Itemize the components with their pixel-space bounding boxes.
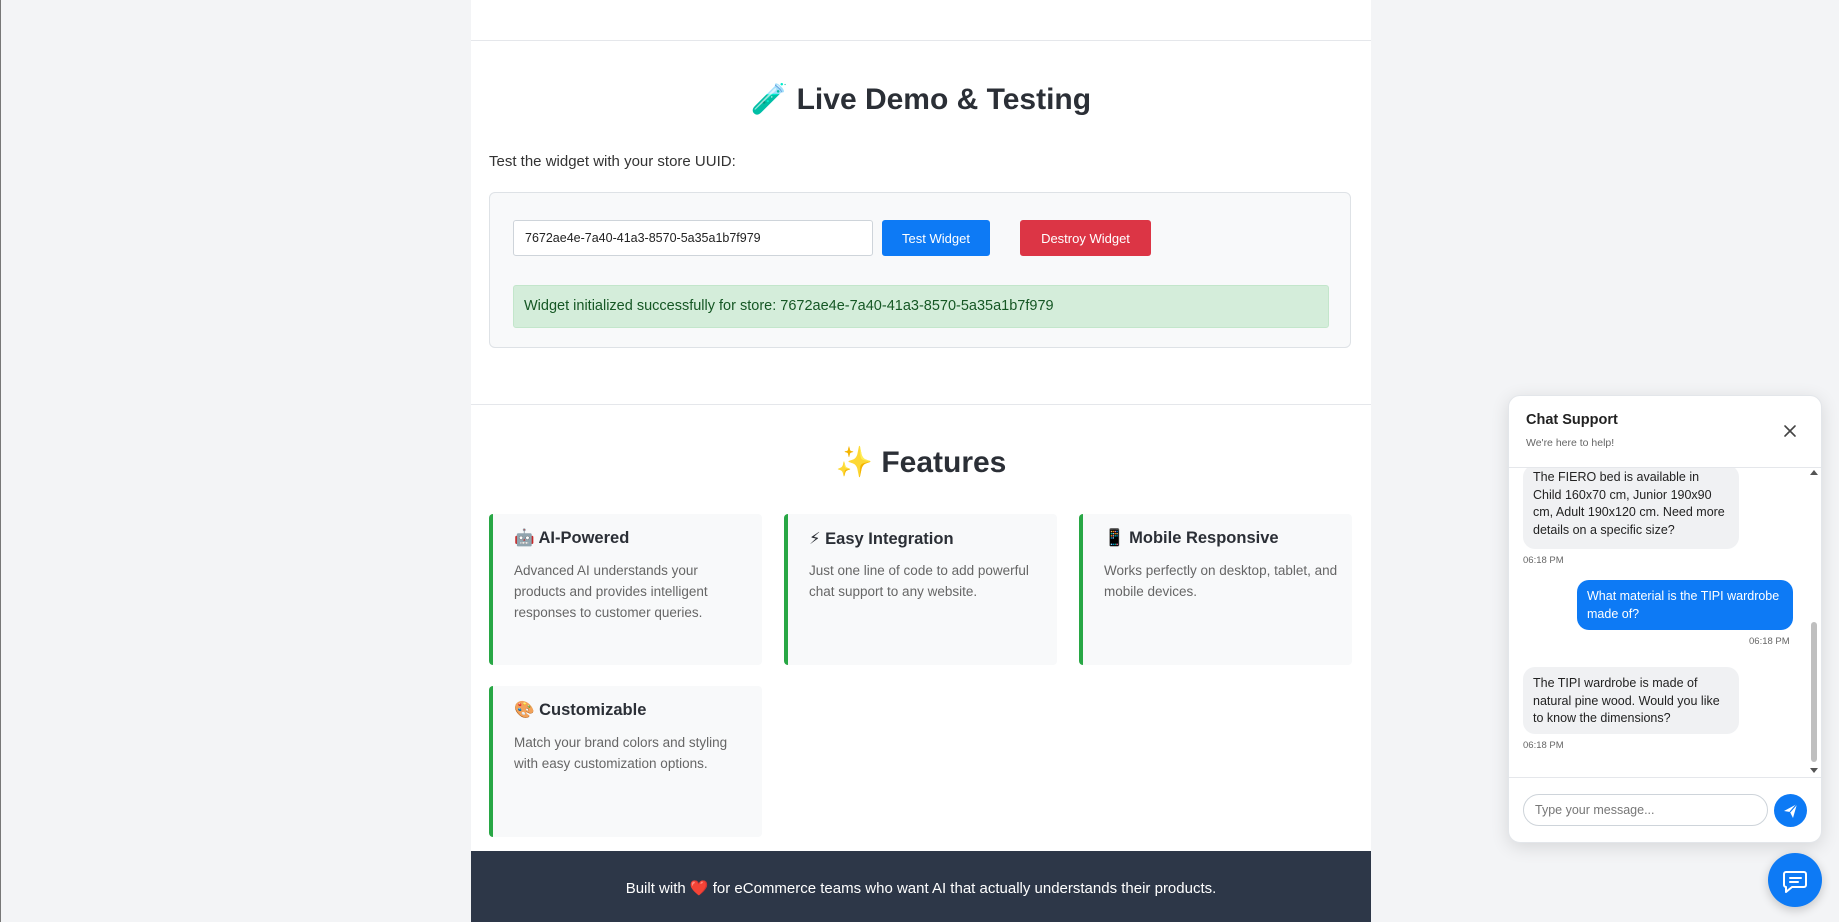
destroy-widget-button[interactable]: Destroy Widget [1020, 220, 1151, 256]
chat-widget: Chat Support We're here to help! The FIE… [1508, 395, 1822, 843]
chat-message-list[interactable]: The FIERO bed is available in Child 160x… [1509, 468, 1821, 777]
feature-card-text: Just one line of code to add powerful ch… [809, 563, 1029, 599]
feature-card-title: 🎨 Customizable [514, 701, 647, 719]
chat-message-input[interactable] [1523, 794, 1768, 826]
section-divider [471, 404, 1371, 405]
send-button[interactable] [1774, 794, 1807, 827]
feature-card-customizable: 🎨 Customizable Match your brand colors a… [489, 686, 762, 837]
features-section-title: ✨ Features [835, 446, 1007, 479]
message-timestamp: 06:18 PM [1749, 636, 1790, 647]
chat-subtitle: We're here to help! [1526, 437, 1615, 449]
chat-message-bot: The FIERO bed is available in Child 160x… [1523, 468, 1739, 549]
store-uuid-input[interactable] [513, 220, 873, 256]
chat-scrollbar[interactable] [1807, 468, 1821, 777]
footer-text: Built with ❤️ for eCommerce teams who wa… [625, 880, 1217, 897]
scroll-up-icon[interactable] [1810, 470, 1818, 475]
feature-card-title: 📱 Mobile Responsive [1104, 529, 1279, 547]
feature-card-text: Works perfectly on desktop, tablet, and … [1104, 563, 1338, 599]
demo-intro-text: Test the widget with your store UUID: [489, 153, 736, 170]
scroll-thumb[interactable] [1811, 622, 1817, 762]
chat-launcher-button[interactable] [1768, 853, 1822, 907]
status-message: Widget initialized successfully for stor… [513, 285, 1329, 328]
send-icon [1784, 803, 1798, 818]
chat-bubble-icon [1783, 871, 1807, 893]
close-icon[interactable] [1782, 423, 1798, 439]
demo-section-title: 🧪 Live Demo & Testing [750, 83, 1092, 116]
feature-card-ai-powered: 🤖 AI-Powered Advanced AI understands you… [489, 514, 762, 665]
feature-card-title: ⚡ Easy Integration [809, 530, 954, 548]
feature-card-text: Advanced AI understands your products an… [514, 563, 708, 620]
feature-card-text: Match your brand colors and styling with… [514, 735, 728, 771]
scroll-down-icon[interactable] [1810, 768, 1818, 773]
feature-card-easy-integration: ⚡ Easy Integration Just one line of code… [784, 514, 1057, 665]
demo-test-panel: Test Widget Destroy Widget Widget initia… [489, 192, 1351, 348]
page-footer: Built with ❤️ for eCommerce teams who wa… [471, 851, 1371, 922]
chat-header: Chat Support We're here to help! [1509, 396, 1821, 468]
chat-message-user: What material is the TIPI wardrobe made … [1577, 580, 1793, 630]
chat-title: Chat Support [1526, 412, 1618, 428]
section-divider [471, 40, 1371, 41]
feature-card-mobile-responsive: 📱 Mobile Responsive Works perfectly on d… [1079, 514, 1352, 665]
chat-input-row [1509, 777, 1821, 842]
left-edge-line [0, 0, 1, 922]
test-widget-button[interactable]: Test Widget [882, 220, 990, 256]
message-timestamp: 06:18 PM [1523, 740, 1564, 751]
message-timestamp: 06:18 PM [1523, 555, 1564, 566]
chat-message-bot: The TIPI wardrobe is made of natural pin… [1523, 667, 1739, 734]
main-page: 🧪 Live Demo & Testing Test the widget wi… [471, 0, 1371, 922]
feature-card-title: 🤖 AI-Powered [514, 529, 630, 547]
